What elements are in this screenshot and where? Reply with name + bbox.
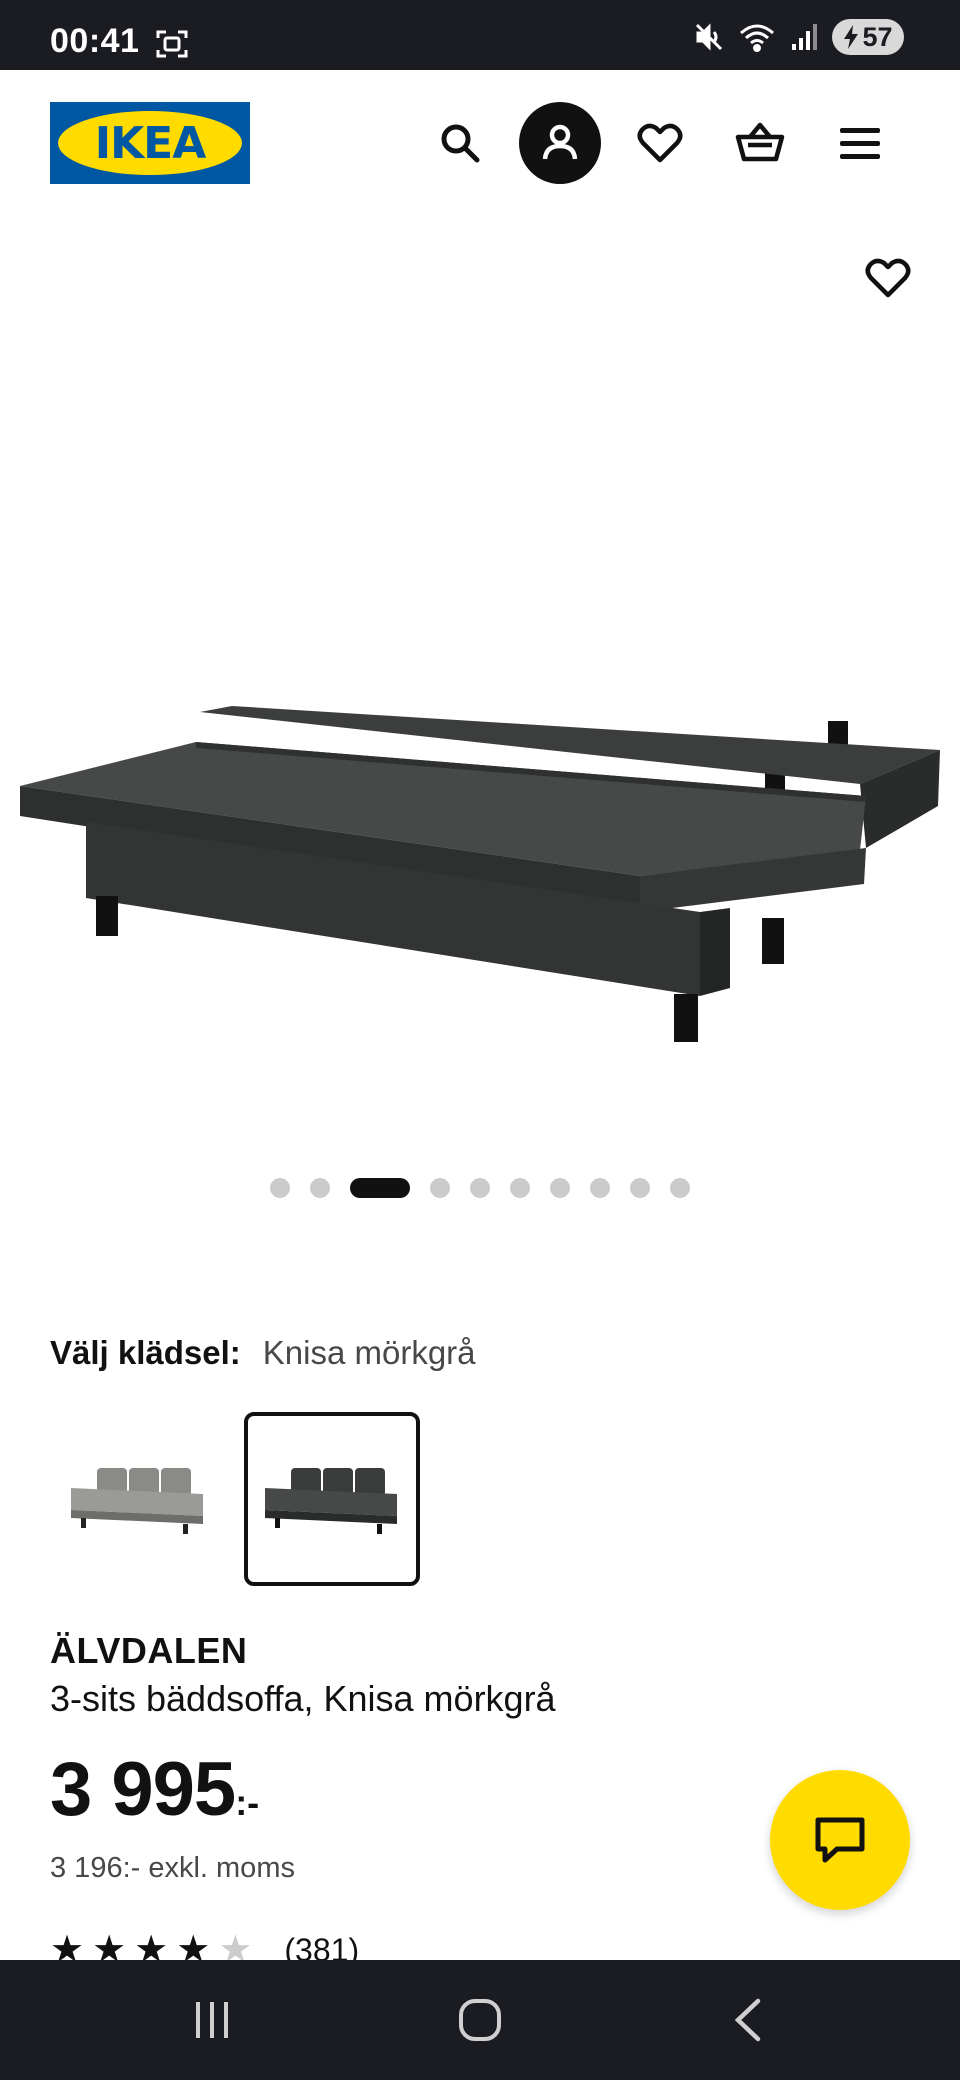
carousel-dots[interactable] <box>0 1176 960 1200</box>
logo-oval: IKEA <box>58 111 242 175</box>
carousel-dot[interactable] <box>670 1178 690 1198</box>
mute-icon <box>694 22 724 52</box>
wifi-icon <box>738 21 776 53</box>
price-suffix: :- <box>235 1782 260 1823</box>
product-price: 3 995 :- <box>50 1746 259 1833</box>
add-to-favorites-button[interactable] <box>856 246 920 310</box>
recents-button[interactable] <box>172 1990 252 2050</box>
carousel-dot[interactable] <box>510 1178 530 1198</box>
upholstery-selector: Välj klädsel: Knisa mörkgrå <box>50 1334 476 1372</box>
product-name: ÄLVDALEN <box>50 1630 248 1671</box>
carousel-dot[interactable] <box>630 1178 650 1198</box>
variant-swatches <box>50 1412 420 1586</box>
carousel-dot[interactable] <box>270 1178 290 1198</box>
cart-icon <box>735 122 785 162</box>
search-button[interactable] <box>419 102 501 184</box>
back-icon <box>734 1998 761 2042</box>
account-icon <box>542 124 578 160</box>
status-time: 00:41 <box>50 22 140 60</box>
battery-icon: 57 <box>832 19 904 55</box>
system-nav-bar <box>0 1960 960 2080</box>
chat-button[interactable] <box>770 1770 910 1910</box>
signal-icon <box>790 22 818 52</box>
product-image <box>20 706 940 1042</box>
carousel-dot-active[interactable] <box>350 1178 410 1198</box>
screenshot-icon <box>156 28 188 60</box>
carousel-dot[interactable] <box>310 1178 330 1198</box>
carousel-dot[interactable] <box>470 1178 490 1198</box>
carousel-dot[interactable] <box>590 1178 610 1198</box>
variant-option-dark-grey[interactable] <box>244 1412 420 1586</box>
chat-icon <box>815 1817 865 1863</box>
product-description: 3-sits bäddsoffa, Knisa mörkgrå <box>50 1678 556 1719</box>
home-button[interactable] <box>440 1990 520 2050</box>
menu-icon <box>840 128 880 159</box>
carousel-dot[interactable] <box>430 1178 450 1198</box>
status-bar: 00:41 57 <box>0 0 960 70</box>
logo-text: IKEA <box>94 117 207 169</box>
search-icon <box>441 124 480 163</box>
price-amount: 3 995 <box>50 1747 236 1832</box>
ikea-logo[interactable]: IKEA <box>50 102 250 184</box>
cart-button[interactable] <box>719 102 801 184</box>
menu-button[interactable] <box>819 102 901 184</box>
status-icons: 57 <box>694 18 904 56</box>
product-gallery[interactable] <box>0 216 960 1216</box>
home-icon <box>459 1999 501 2041</box>
variant-option-light-grey[interactable] <box>50 1412 226 1586</box>
price-excl-vat: 3 196:- exkl. moms <box>50 1852 295 1884</box>
favorites-button[interactable] <box>619 102 701 184</box>
battery-level: 57 <box>862 21 893 52</box>
account-button[interactable] <box>519 102 601 184</box>
variant-value: Knisa mörkgrå <box>262 1334 476 1371</box>
heart-icon <box>637 123 683 163</box>
carousel-dot[interactable] <box>550 1178 570 1198</box>
variant-label: Välj klädsel: <box>50 1334 241 1371</box>
back-button[interactable] <box>708 1990 788 2050</box>
heart-icon <box>865 258 911 298</box>
recents-icon <box>196 2002 228 2038</box>
site-header: IKEA <box>0 70 960 216</box>
